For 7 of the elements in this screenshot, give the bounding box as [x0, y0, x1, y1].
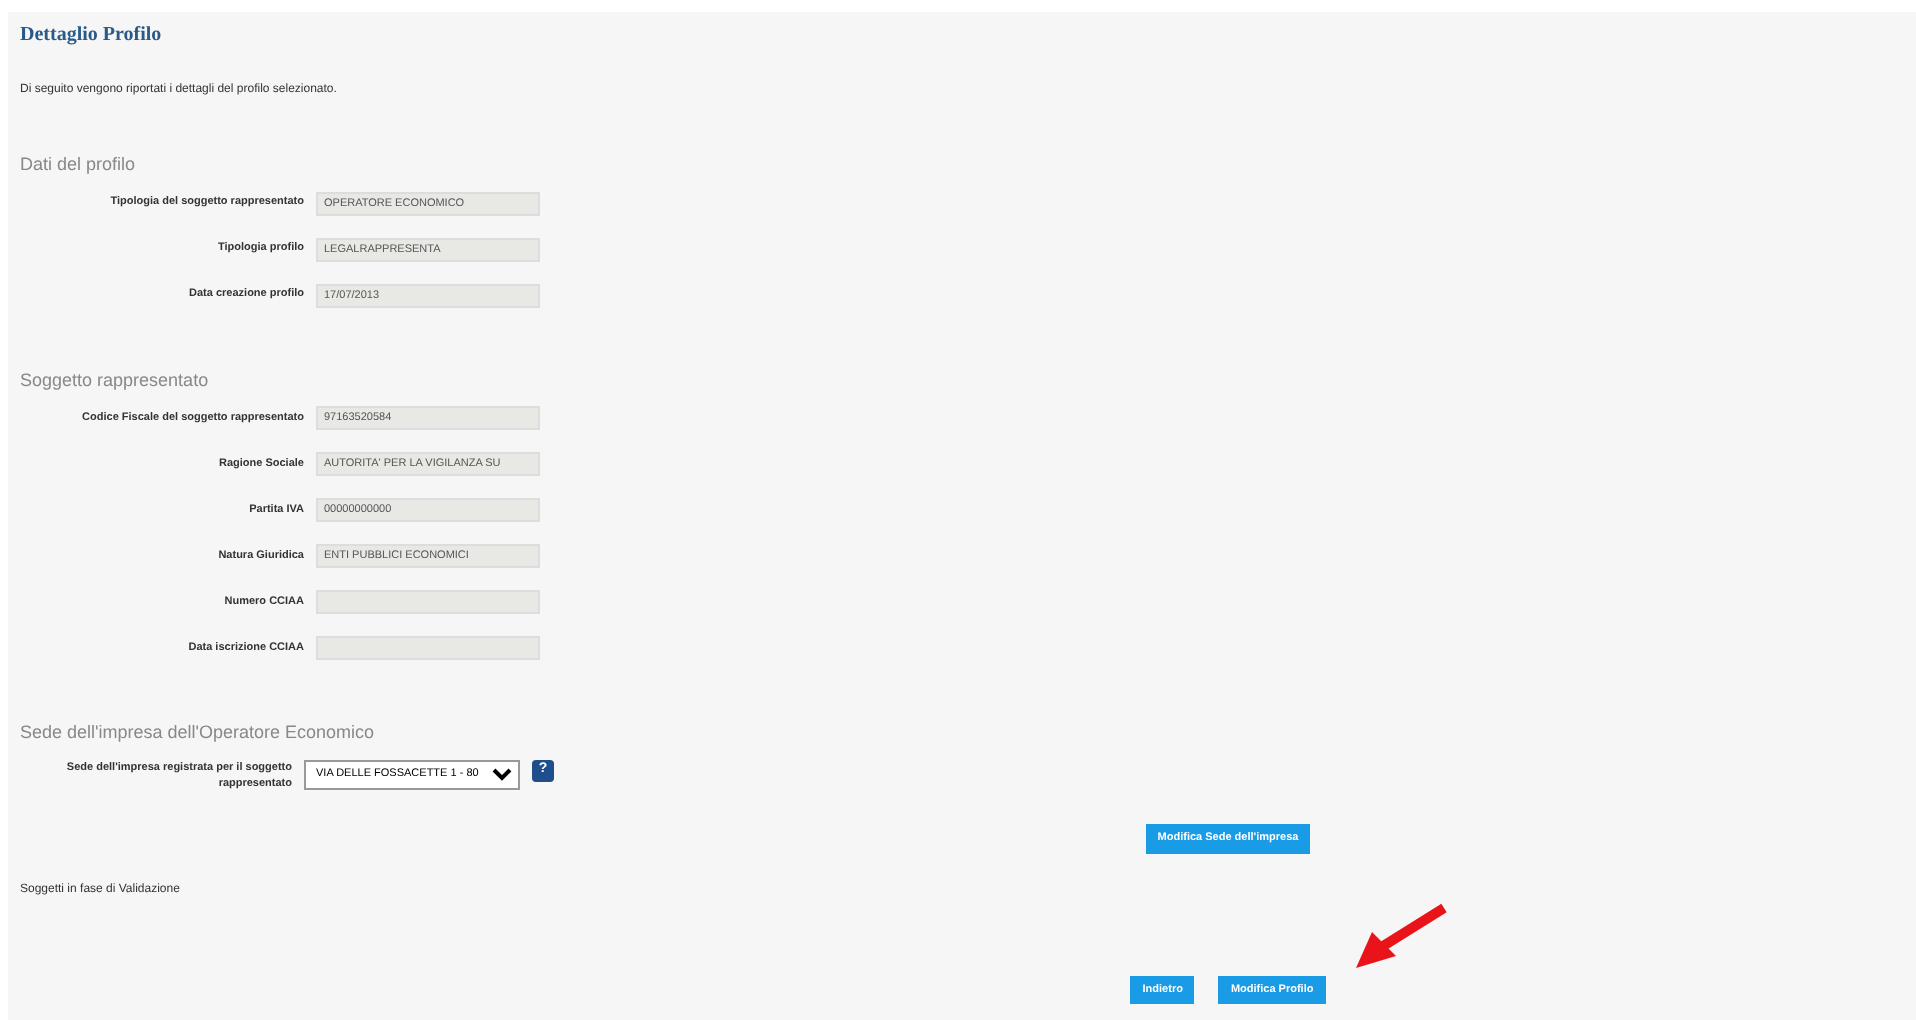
readonly-field[interactable]	[316, 636, 540, 660]
section-title: Dati del profilo	[20, 152, 138, 178]
page-title: Dettaglio Profilo	[20, 22, 164, 50]
section-title: Sede dell'impresa dell'Operatore Economico	[20, 720, 377, 746]
readonly-field[interactable]	[316, 590, 540, 614]
arrow-icon	[1352, 904, 1448, 972]
section-title: Soggetto rappresentato	[20, 367, 211, 394]
